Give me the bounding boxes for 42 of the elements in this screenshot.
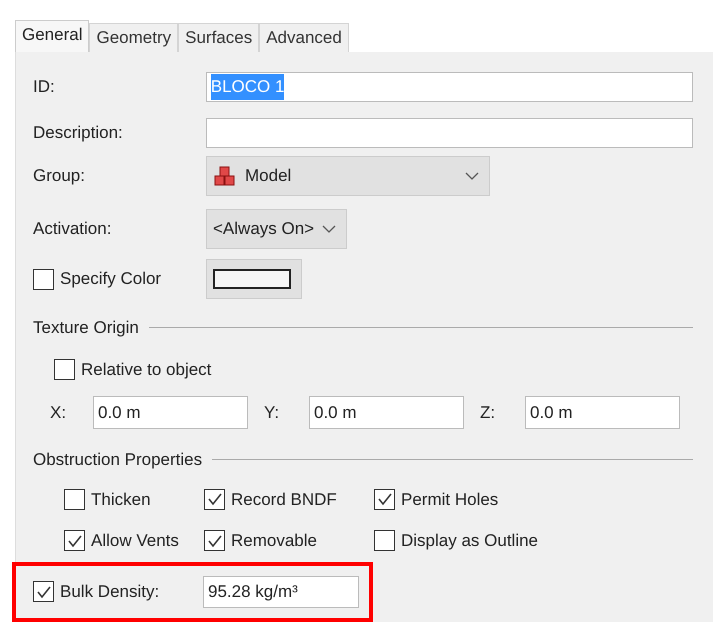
checkbox[interactable] xyxy=(64,488,85,510)
field-label: Z: xyxy=(480,402,496,424)
checkbox[interactable] xyxy=(54,358,75,380)
checkbox[interactable] xyxy=(33,268,54,290)
checkbox[interactable] xyxy=(204,530,225,552)
color-button[interactable] xyxy=(206,259,302,299)
group-dropdown[interactable]: Model xyxy=(206,156,490,196)
checkbox-label[interactable]: Bulk Density: xyxy=(60,578,160,604)
field-label: ID: xyxy=(33,76,56,98)
bulk-density-field[interactable]: 95.28 kg/m³ xyxy=(203,576,359,608)
tab[interactable]: Surfaces xyxy=(178,23,260,52)
coordinate-field[interactable]: 0.0 m xyxy=(93,396,248,429)
caret-icon xyxy=(322,225,336,233)
cubes-icon xyxy=(213,165,237,187)
checkbox-label[interactable]: Permit Holes xyxy=(401,486,498,512)
checkbox-label[interactable]: Display as Outline xyxy=(401,528,538,554)
checkbox[interactable] xyxy=(33,581,54,602)
checkbox[interactable] xyxy=(204,488,225,510)
checkbox[interactable] xyxy=(374,488,395,510)
checkbox-label[interactable]: Relative to object xyxy=(81,356,212,382)
caret-icon xyxy=(465,172,479,180)
section-title: Texture Origin xyxy=(33,317,139,339)
tab[interactable]: Advanced xyxy=(259,23,349,52)
coordinate-field[interactable]: 0.0 m xyxy=(309,396,464,429)
tab[interactable]: Geometry xyxy=(89,23,178,52)
field-label: X: xyxy=(50,402,68,424)
field-label: Activation: xyxy=(33,218,112,240)
field-label: Description: xyxy=(33,122,124,144)
checkbox-label[interactable]: Allow Vents xyxy=(91,528,179,554)
checkbox-label[interactable]: Record BNDF xyxy=(231,486,337,512)
checkbox-label[interactable]: Removable xyxy=(231,528,317,554)
tab[interactable]: General xyxy=(15,20,90,52)
description-field[interactable] xyxy=(206,118,693,148)
coordinate-field[interactable]: 0.0 m xyxy=(525,396,680,429)
checkbox[interactable] xyxy=(374,530,395,552)
checkbox-label[interactable]: Thicken xyxy=(91,486,151,512)
field-label: Group: xyxy=(33,165,86,188)
checkbox-label[interactable]: Specify Color xyxy=(60,266,162,292)
field-label: Y: xyxy=(264,402,280,424)
checkbox[interactable] xyxy=(64,530,85,552)
activation-dropdown[interactable]: <Always On> xyxy=(206,209,348,249)
section-title: Obstruction Properties xyxy=(33,449,202,471)
